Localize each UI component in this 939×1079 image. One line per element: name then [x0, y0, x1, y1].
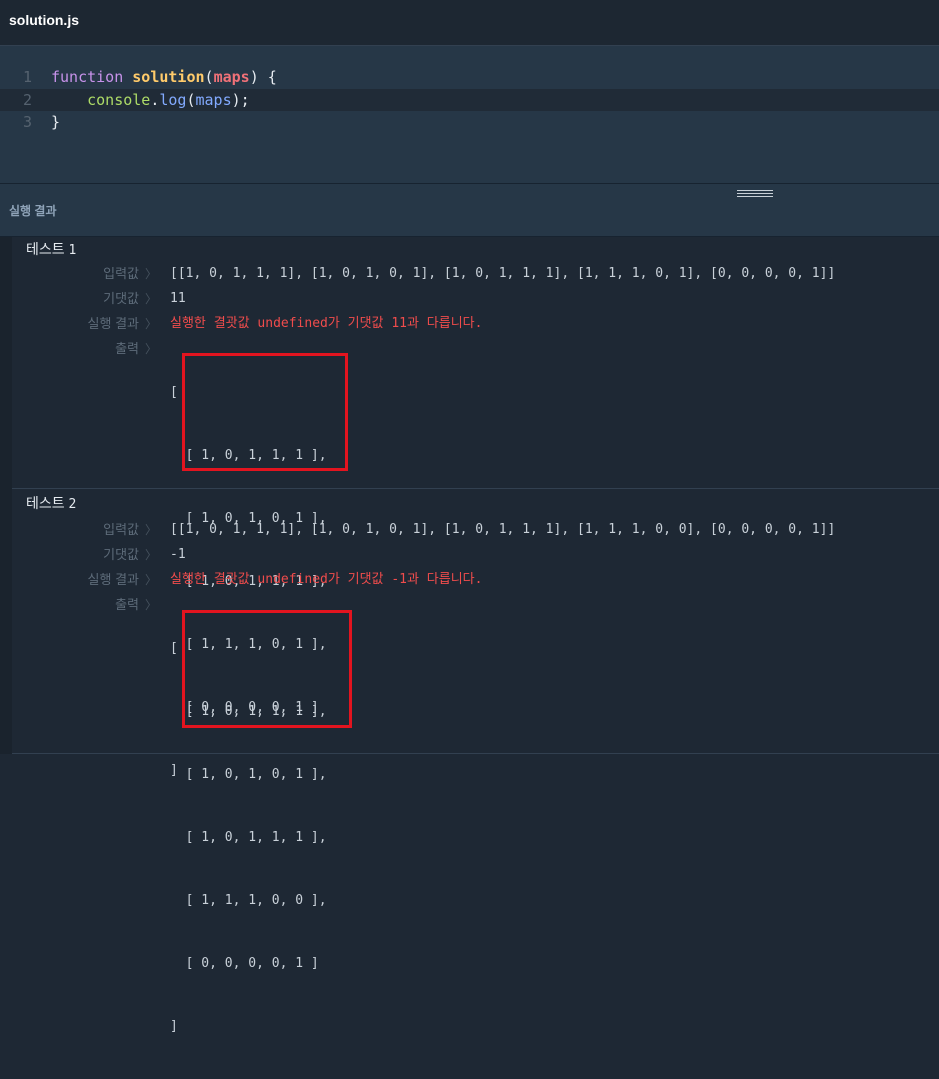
code-line-3[interactable]: 3 }: [0, 111, 939, 133]
results-title: 실행 결과: [9, 204, 57, 218]
paren-open: (: [186, 91, 196, 109]
input-label: 입력값: [103, 522, 139, 537]
closing-brace: }: [51, 113, 61, 131]
output-line: [ 1, 0, 1, 0, 1 ],: [170, 767, 327, 782]
object-name: console: [87, 91, 151, 109]
chevron-right-icon: 〉: [145, 548, 158, 562]
results-panel: 테스트 1 입력값 〉 [[1, 0, 1, 1, 1], [1, 0, 1, …: [0, 237, 939, 1034]
paren-close: ) {: [249, 68, 277, 86]
line-number: 3: [22, 113, 32, 131]
result-label: 실행 결과: [87, 316, 139, 331]
chevron-right-icon: 〉: [145, 317, 158, 331]
highlight-box: [182, 610, 352, 728]
expected-value: 11: [170, 291, 186, 306]
file-tab-bar: solution.js: [0, 0, 939, 46]
function-name: solution: [132, 68, 205, 86]
results-header: 실행 결과: [0, 183, 939, 237]
chevron-right-icon: 〉: [145, 573, 158, 587]
output-line: [ 1, 1, 1, 0, 0 ],: [170, 893, 327, 908]
test-title: 테스트 2: [26, 495, 77, 512]
input-value: [[1, 0, 1, 1, 1], [1, 0, 1, 0, 1], [1, 0…: [170, 522, 836, 537]
chevron-right-icon: 〉: [145, 523, 158, 537]
arg-name: maps: [195, 91, 232, 109]
chevron-right-icon: 〉: [145, 342, 158, 356]
test-case-2: 테스트 2 입력값 〉 [[1, 0, 1, 1, 1], [1, 0, 1, …: [12, 489, 939, 1034]
chevron-right-icon: 〉: [145, 267, 158, 281]
result-label: 실행 결과: [87, 572, 139, 587]
code-line-2[interactable]: 2 console.log(maps);: [0, 89, 939, 111]
output-label: 출력: [115, 597, 139, 612]
param-name: maps: [213, 68, 250, 86]
line-number: 1: [22, 68, 32, 86]
output-label: 출력: [115, 341, 139, 356]
code-line-1[interactable]: 1 function solution(maps) {: [0, 66, 939, 88]
chevron-right-icon: 〉: [145, 598, 158, 612]
input-value: [[1, 0, 1, 1, 1], [1, 0, 1, 0, 1], [1, 0…: [170, 266, 836, 281]
test-case-1: 테스트 1 입력값 〉 [[1, 0, 1, 1, 1], [1, 0, 1, …: [12, 237, 939, 778]
result-message: 실행한 결괏값 undefined가 기댓값 11과 다릅니다.: [170, 316, 483, 331]
line-number: 2: [22, 91, 32, 109]
output-line: ]: [170, 1019, 178, 1034]
output-line: [ 0, 0, 0, 0, 1 ]: [170, 956, 319, 971]
code-editor[interactable]: 1 function solution(maps) { 2 console.lo…: [0, 46, 939, 183]
paren-open: (: [204, 68, 214, 86]
expected-label: 기댓값: [103, 291, 139, 306]
keyword: function: [51, 68, 124, 86]
chevron-right-icon: 〉: [145, 292, 158, 306]
method-name: log: [159, 91, 187, 109]
highlight-box: [182, 353, 348, 471]
result-message: 실행한 결괏값 undefined가 기댓값 -1과 다릅니다.: [170, 572, 483, 587]
input-label: 입력값: [103, 266, 139, 281]
test-title: 테스트 1: [26, 241, 77, 258]
paren-close: );: [231, 91, 250, 109]
expected-label: 기댓값: [103, 547, 139, 562]
expected-value: -1: [170, 547, 186, 562]
file-name[interactable]: solution.js: [9, 12, 79, 28]
resize-handle-icon[interactable]: [737, 190, 773, 198]
output-line: [ 1, 0, 1, 1, 1 ],: [170, 830, 327, 845]
